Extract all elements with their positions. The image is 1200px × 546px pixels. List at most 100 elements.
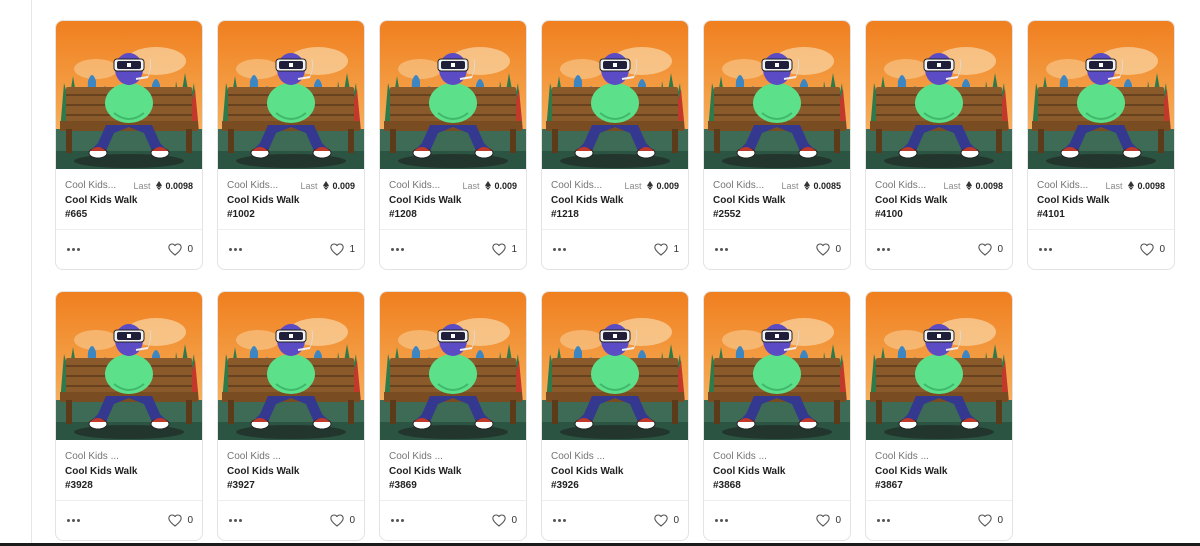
favorite-count: 0 xyxy=(187,515,193,526)
collection-name[interactable]: Cool Kids ... xyxy=(875,451,929,462)
nft-card[interactable]: Cool Kids ... Cool Kids Walk #3868 0 xyxy=(703,291,851,541)
nft-card[interactable]: Cool Kids... Last 0.0098 Cool Kids Walk … xyxy=(1027,20,1175,270)
nft-image[interactable] xyxy=(56,21,202,169)
collection-name[interactable]: Cool Kids... xyxy=(551,180,602,191)
more-dots-icon[interactable] xyxy=(229,516,242,526)
nft-name[interactable]: Cool Kids Walk #1002 xyxy=(227,194,307,222)
nft-image[interactable] xyxy=(380,21,526,169)
nft-image[interactable] xyxy=(218,21,364,169)
price-value: 0.0098 xyxy=(975,180,1003,191)
nft-card[interactable]: Cool Kids... Last 0.009 Cool Kids Walk #… xyxy=(541,20,689,270)
nft-name[interactable]: Cool Kids Walk #3926 xyxy=(551,465,631,493)
nft-card[interactable]: Cool Kids ... Cool Kids Walk #3926 0 xyxy=(541,291,689,541)
collection-name[interactable]: Cool Kids... xyxy=(1037,180,1088,191)
nft-card[interactable]: Cool Kids... Last 0.0085 Cool Kids Walk … xyxy=(703,20,851,270)
heart-icon xyxy=(654,514,669,527)
nft-image[interactable] xyxy=(704,21,850,169)
favorite-button[interactable]: 0 xyxy=(168,514,193,527)
nft-grid: Cool Kids... Last 0.0098 Cool Kids Walk … xyxy=(55,20,1175,541)
collection-name[interactable]: Cool Kids... xyxy=(713,180,764,191)
nft-name[interactable]: Cool Kids Walk #4101 xyxy=(1037,194,1117,222)
nft-image[interactable] xyxy=(56,292,202,440)
eth-icon xyxy=(1128,181,1135,190)
card-info: Cool Kids ... Cool Kids Walk #3867 xyxy=(866,440,1012,500)
price-value: 0.0098 xyxy=(165,180,193,191)
favorite-button[interactable]: 0 xyxy=(654,514,679,527)
collection-name[interactable]: Cool Kids... xyxy=(875,180,926,191)
collection-name[interactable]: Cool Kids... xyxy=(227,180,278,191)
card-footer: 0 xyxy=(1028,229,1174,269)
nft-name[interactable]: Cool Kids Walk #3927 xyxy=(227,465,307,493)
nft-image[interactable] xyxy=(1028,21,1174,169)
more-dots-icon[interactable] xyxy=(553,516,566,526)
price-value: 0.009 xyxy=(494,180,517,191)
nft-name[interactable]: Cool Kids Walk #1208 xyxy=(389,194,469,222)
more-dots-icon[interactable] xyxy=(391,245,404,255)
more-dots-icon[interactable] xyxy=(229,245,242,255)
nft-name[interactable]: Cool Kids Walk #665 xyxy=(65,194,145,222)
more-dots-icon[interactable] xyxy=(715,245,728,255)
collection-name[interactable]: Cool Kids ... xyxy=(389,451,443,462)
nft-image[interactable] xyxy=(380,292,526,440)
collection-name[interactable]: Cool Kids ... xyxy=(713,451,767,462)
collection-name[interactable]: Cool Kids ... xyxy=(65,451,119,462)
collection-name[interactable]: Cool Kids... xyxy=(65,180,116,191)
favorite-button[interactable]: 0 xyxy=(168,243,193,256)
favorite-count: 0 xyxy=(673,515,679,526)
last-price: Last 0.0085 xyxy=(781,181,841,191)
favorite-button[interactable]: 1 xyxy=(492,243,517,256)
nft-card[interactable]: Cool Kids ... Cool Kids Walk #3869 0 xyxy=(379,291,527,541)
nft-name[interactable]: Cool Kids Walk #3928 xyxy=(65,465,145,493)
last-label: Last xyxy=(1105,180,1123,191)
last-price: Last 0.009 xyxy=(624,181,679,191)
nft-image[interactable] xyxy=(218,292,364,440)
favorite-button[interactable]: 0 xyxy=(816,243,841,256)
favorite-button[interactable]: 0 xyxy=(816,514,841,527)
favorite-button[interactable]: 0 xyxy=(330,514,355,527)
nft-image[interactable] xyxy=(542,292,688,440)
nft-name[interactable]: Cool Kids Walk #3868 xyxy=(713,465,793,493)
more-dots-icon[interactable] xyxy=(877,516,890,526)
card-info: Cool Kids ... Cool Kids Walk #3928 xyxy=(56,440,202,500)
nft-card[interactable]: Cool Kids ... Cool Kids Walk #3867 0 xyxy=(865,291,1013,541)
more-dots-icon[interactable] xyxy=(67,245,80,255)
favorite-button[interactable]: 1 xyxy=(654,243,679,256)
nft-card[interactable]: Cool Kids... Last 0.0098 Cool Kids Walk … xyxy=(55,20,203,270)
favorite-button[interactable]: 0 xyxy=(1140,243,1165,256)
info-row: Cool Kids ... xyxy=(875,450,1003,463)
more-dots-icon[interactable] xyxy=(553,245,566,255)
more-dots-icon[interactable] xyxy=(391,516,404,526)
nft-name[interactable]: Cool Kids Walk #3867 xyxy=(875,465,955,493)
nft-name[interactable]: Cool Kids Walk #3869 xyxy=(389,465,469,493)
nft-image[interactable] xyxy=(542,21,688,169)
more-dots-icon[interactable] xyxy=(715,516,728,526)
nft-name[interactable]: Cool Kids Walk #4100 xyxy=(875,194,955,222)
card-info: Cool Kids... Last 0.0098 Cool Kids Walk … xyxy=(1028,169,1174,229)
more-dots-icon[interactable] xyxy=(67,516,80,526)
favorite-button[interactable]: 0 xyxy=(978,243,1003,256)
sidebar-divider xyxy=(31,0,32,546)
nft-name[interactable]: Cool Kids Walk #2552 xyxy=(713,194,793,222)
collection-name[interactable]: Cool Kids ... xyxy=(227,451,281,462)
more-dots-icon[interactable] xyxy=(877,245,890,255)
nft-card[interactable]: Cool Kids ... Cool Kids Walk #3927 0 xyxy=(217,291,365,541)
favorite-button[interactable]: 0 xyxy=(978,514,1003,527)
more-dots-icon[interactable] xyxy=(1039,245,1052,255)
nft-image[interactable] xyxy=(704,292,850,440)
nft-card[interactable]: Cool Kids... Last 0.009 Cool Kids Walk #… xyxy=(217,20,365,270)
favorite-count: 0 xyxy=(835,515,841,526)
collection-name[interactable]: Cool Kids... xyxy=(389,180,440,191)
nft-image[interactable] xyxy=(866,292,1012,440)
nft-card[interactable]: Cool Kids... Last 0.0098 Cool Kids Walk … xyxy=(865,20,1013,270)
favorite-count: 0 xyxy=(997,244,1003,255)
favorite-count: 1 xyxy=(349,244,355,255)
nft-image[interactable] xyxy=(866,21,1012,169)
favorite-button[interactable]: 0 xyxy=(492,514,517,527)
nft-card[interactable]: Cool Kids ... Cool Kids Walk #3928 0 xyxy=(55,291,203,541)
info-row: Cool Kids... Last 0.009 xyxy=(551,179,679,192)
nft-card[interactable]: Cool Kids... Last 0.009 Cool Kids Walk #… xyxy=(379,20,527,270)
collection-name[interactable]: Cool Kids ... xyxy=(551,451,605,462)
favorite-button[interactable]: 1 xyxy=(330,243,355,256)
nft-name[interactable]: Cool Kids Walk #1218 xyxy=(551,194,631,222)
card-info: Cool Kids ... Cool Kids Walk #3868 xyxy=(704,440,850,500)
